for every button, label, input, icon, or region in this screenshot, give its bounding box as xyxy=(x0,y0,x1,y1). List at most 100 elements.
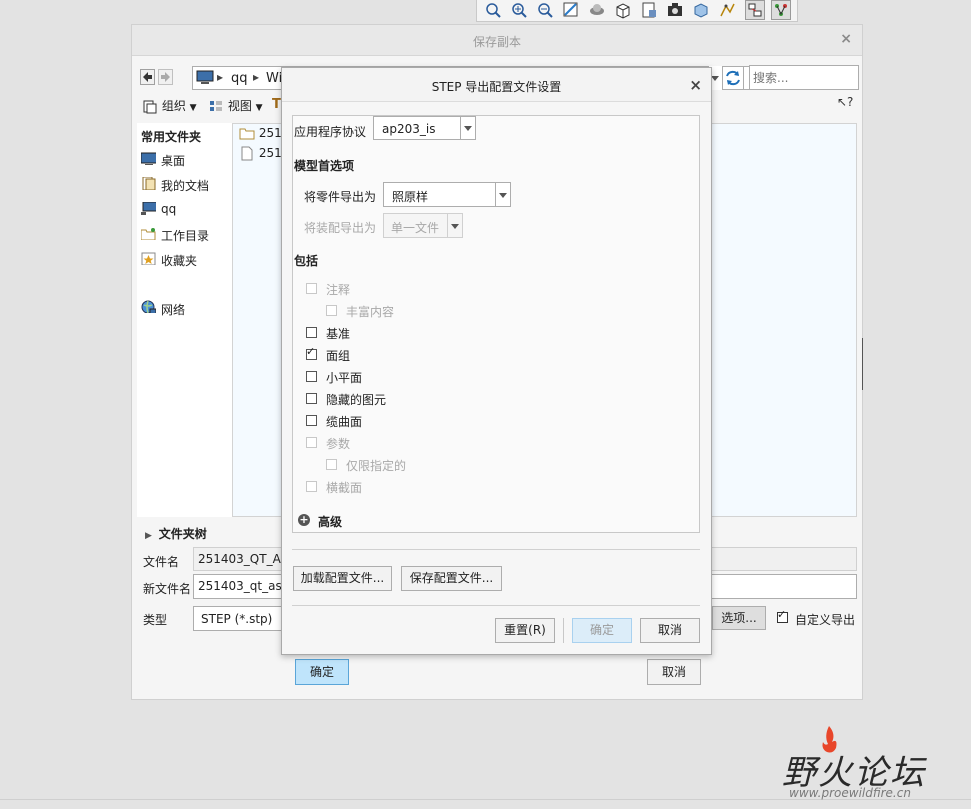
chevron-down-icon: ▼ xyxy=(255,103,263,113)
type-label: 类型 xyxy=(143,613,168,627)
checkbox[interactable] xyxy=(306,327,317,338)
path-segment-qq[interactable]: qq xyxy=(231,71,248,86)
protocol-select[interactable]: ap203_is xyxy=(373,116,476,140)
desktop-icon xyxy=(141,152,156,165)
include-item-facets[interactable]: 小平面 xyxy=(306,369,506,385)
search-input[interactable] xyxy=(749,65,859,90)
save-dialog-title: 保存副本 xyxy=(472,35,521,49)
divider xyxy=(292,549,700,550)
datum-display-icon[interactable] xyxy=(717,0,737,20)
load-profile-button[interactable]: 加载配置文件... xyxy=(293,566,392,591)
checkbox[interactable] xyxy=(306,393,317,404)
view-menu[interactable]: 视图 ▼ xyxy=(208,97,263,115)
folder-tree-toggle[interactable]: ▶ 文件夹树 xyxy=(145,525,207,542)
refresh-button[interactable] xyxy=(722,66,744,90)
filename-label: 文件名 xyxy=(143,555,180,569)
sidebar-item-label: 桌面 xyxy=(161,154,186,168)
checkbox xyxy=(326,305,337,316)
step-cancel-button[interactable]: 取消 xyxy=(640,618,700,643)
checkbox xyxy=(306,437,317,448)
filename-value: 251403_QT_AS xyxy=(198,552,289,566)
include-item-label: 横截面 xyxy=(326,481,363,495)
check-icon: ✓ xyxy=(777,608,787,621)
new-filename-label: 新文件名 xyxy=(143,582,192,596)
graphics-toolbar xyxy=(476,0,798,22)
step-export-dialog: STEP 导出配置文件设置 × 应用程序协议 ap203_is 模型首选项 将零… xyxy=(281,67,712,655)
computer-icon xyxy=(196,70,214,84)
save-cancel-button[interactable]: 取消 xyxy=(647,659,701,685)
back-button[interactable] xyxy=(140,69,155,85)
watermark-url: www.proewildfire.cn xyxy=(789,786,911,800)
sidebar-item-label: 工作目录 xyxy=(161,229,210,243)
forward-button[interactable] xyxy=(158,69,173,85)
filter-icon[interactable] xyxy=(745,0,765,20)
step-dialog-titlebar: STEP 导出配置文件设置 × xyxy=(282,68,711,102)
protocol-label: 应用程序协议 xyxy=(294,125,367,139)
document-icon xyxy=(241,146,253,161)
close-icon[interactable]: × xyxy=(689,76,702,94)
arrow-right-icon xyxy=(161,72,170,82)
part-export-select[interactable]: 照原样 xyxy=(383,182,511,207)
checkbox xyxy=(326,459,337,470)
favorites-icon xyxy=(141,252,156,265)
include-item-annotations: 注释 xyxy=(306,281,506,297)
include-item-parameters: 参数 xyxy=(306,435,506,451)
options-button[interactable]: 选项... xyxy=(712,606,766,630)
chevron-down-icon xyxy=(460,117,475,139)
spin-icon[interactable] xyxy=(587,0,607,20)
include-item-label: 隐藏的图元 xyxy=(326,393,387,407)
check-icon: ✓ xyxy=(306,345,316,358)
organize-label: 组织 xyxy=(161,99,186,113)
include-item-label: 参数 xyxy=(326,437,351,451)
include-item-datums[interactable]: 基准 xyxy=(306,325,506,341)
zoom-in-icon[interactable] xyxy=(509,0,529,20)
sidebar-item-label: 我的文档 xyxy=(161,179,210,193)
save-ok-button[interactable]: 确定 xyxy=(295,659,349,685)
chevron-down-icon xyxy=(495,183,510,206)
zoom-out-icon[interactable] xyxy=(535,0,555,20)
step-dialog-title: STEP 导出配置文件设置 xyxy=(431,80,562,94)
chevron-down-icon: ▼ xyxy=(189,103,197,113)
repaint-icon[interactable] xyxy=(561,0,581,20)
folder-icon xyxy=(239,128,255,140)
help-pointer-icon[interactable]: ↖? xyxy=(837,95,853,109)
save-profile-button[interactable]: 保存配置文件... xyxy=(401,566,502,591)
type-value: STEP (*.stp) xyxy=(201,612,273,626)
asm-export-label: 将装配导出为 xyxy=(304,221,377,235)
include-header: 包括 xyxy=(294,254,319,268)
include-item-label: 缆曲面 xyxy=(326,415,363,429)
documents-icon xyxy=(142,177,156,190)
network-icon[interactable] xyxy=(771,0,791,20)
include-item-cabling-surfaces[interactable]: 缆曲面 xyxy=(306,413,506,429)
sidebar-header: 常用文件夹 xyxy=(141,130,202,144)
asm-export-select: 单一文件 xyxy=(383,213,463,238)
path-separator-icon: ▸ xyxy=(217,70,224,84)
part-export-value: 照原样 xyxy=(392,190,429,204)
reset-button[interactable]: 重置(R) xyxy=(495,618,555,643)
advanced-toggle[interactable]: + 高级 xyxy=(298,513,398,529)
include-item-rich-content: 丰富内容 xyxy=(326,303,526,319)
chevron-down-icon xyxy=(447,214,462,237)
include-item-label: 基准 xyxy=(326,327,351,341)
organize-menu[interactable]: 组织 ▼ xyxy=(142,97,197,115)
close-icon[interactable]: × xyxy=(840,31,852,47)
tools-icon[interactable]: T xyxy=(272,97,281,112)
path-segment-wi[interactable]: Wi xyxy=(266,71,282,86)
globe-icon xyxy=(141,300,156,313)
checkbox[interactable] xyxy=(306,415,317,426)
include-item-label: 面组 xyxy=(326,349,351,363)
display-style-icon[interactable] xyxy=(691,0,711,20)
include-item-hidden-entities[interactable]: 隐藏的图元 xyxy=(306,391,506,407)
camera-icon[interactable] xyxy=(665,0,685,20)
zoom-fit-icon[interactable] xyxy=(483,0,503,20)
divider xyxy=(292,605,700,606)
view-cube-icon[interactable] xyxy=(613,0,633,20)
organize-icon xyxy=(143,100,157,113)
saved-views-icon[interactable] xyxy=(639,0,659,20)
checkbox[interactable] xyxy=(306,371,317,382)
save-dialog-titlebar: 保存副本 × xyxy=(132,25,862,56)
include-item-quilts[interactable]: ✓ 面组 xyxy=(306,345,506,363)
computer-icon xyxy=(141,202,156,215)
protocol-value: ap203_is xyxy=(382,122,436,136)
folder-tree-label: 文件夹树 xyxy=(158,527,207,541)
